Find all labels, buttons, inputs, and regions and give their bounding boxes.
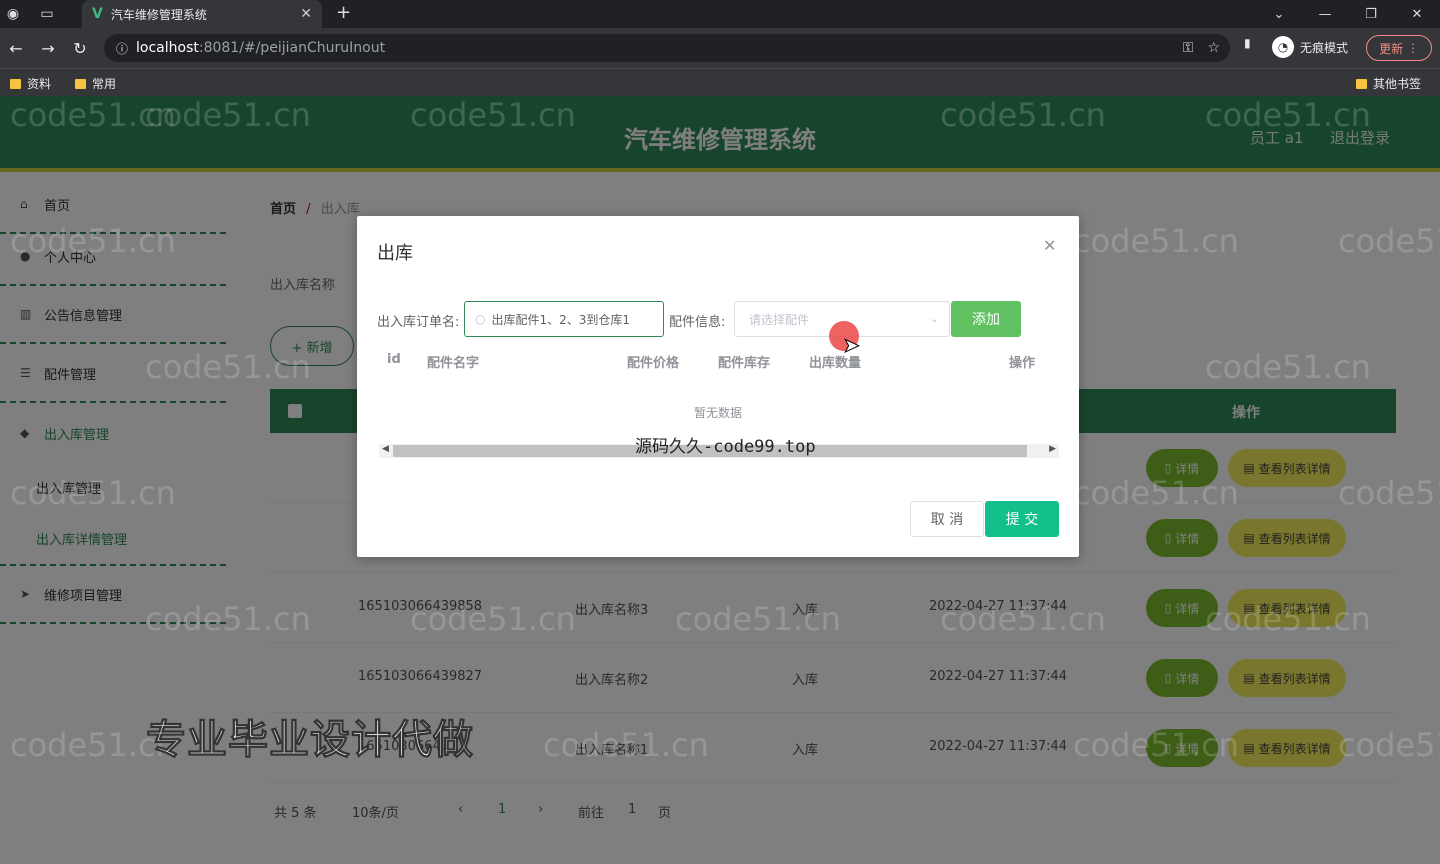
other-bookmarks-label: 其他书签: [1373, 77, 1422, 91]
incognito-icon: ◔: [1272, 36, 1294, 58]
search-icon: ○: [475, 312, 486, 326]
mouse-cursor-icon: ➤: [843, 333, 861, 358]
tab-title: 汽车维修管理系统: [110, 7, 207, 22]
star-icon[interactable]: ☆: [1207, 40, 1220, 56]
update-button[interactable]: 更新 ⋮: [1366, 35, 1432, 61]
restore-icon[interactable]: ❐: [1348, 0, 1394, 28]
dialog-close-icon[interactable]: ✕: [1043, 236, 1056, 255]
submit-button[interactable]: 提 交: [985, 501, 1059, 537]
bookmark-folder[interactable]: 常用: [75, 75, 116, 92]
key-icon[interactable]: ⚿: [1183, 40, 1194, 56]
part-select-placeholder: 请选择配件: [749, 312, 810, 327]
sidepanel-icon[interactable]: ▮: [1244, 36, 1251, 50]
minimize-icon[interactable]: —: [1302, 0, 1348, 28]
info-icon[interactable]: ⓘ: [116, 40, 128, 57]
order-name-input[interactable]: ○ 出库配件1、2、3到仓库1: [464, 301, 664, 337]
bookmark-label: 常用: [92, 77, 117, 91]
outbound-dialog: 出库 ✕ 出入库订单名: ○ 出库配件1、2、3到仓库1 配件信息: 请选择配件…: [357, 216, 1079, 557]
col-part-price: 配件价格: [627, 356, 680, 371]
add-part-button[interactable]: 添加: [951, 301, 1021, 337]
tab-close-icon[interactable]: ✕: [300, 6, 312, 22]
watermark-center: 源码久久-code99.top: [635, 437, 816, 457]
col-op: 操作: [1009, 356, 1036, 371]
browser-menu-icon[interactable]: ◉: [0, 0, 26, 28]
forward-icon[interactable]: →: [32, 39, 64, 58]
new-tab-icon[interactable]: +: [336, 2, 351, 23]
back-icon[interactable]: ←: [0, 39, 32, 58]
folder-icon: [75, 78, 86, 89]
dialog-title: 出库: [377, 243, 413, 264]
bookmark-label: 资料: [27, 77, 52, 91]
part-info-label: 配件信息:: [669, 315, 726, 330]
scroll-right-icon[interactable]: ▶: [1049, 444, 1056, 454]
bookmarks-bar: 资料 常用 其他书签: [0, 68, 1440, 96]
promo-watermark: 专业毕业设计代做: [146, 717, 474, 764]
incognito-label: 无痕模式: [1300, 40, 1349, 55]
chevron-down-icon: ⌄: [929, 312, 939, 325]
empty-text: 暂无数据: [693, 406, 742, 420]
browser-tab[interactable]: V 汽车维修管理系统 ✕: [82, 0, 322, 28]
col-part-name: 配件名字: [427, 356, 480, 371]
order-name-value: 出库配件1、2、3到仓库1: [491, 312, 631, 327]
col-id: id: [387, 352, 401, 367]
folder-icon: [1356, 78, 1367, 89]
scroll-left-icon[interactable]: ◀: [382, 444, 389, 454]
url-path: :8081/#/peijianChuruInout: [198, 40, 386, 56]
window-icon[interactable]: ▭: [34, 0, 60, 28]
other-bookmarks[interactable]: 其他书签: [1356, 75, 1421, 92]
order-name-label: 出入库订单名:: [377, 315, 460, 330]
bookmark-folder[interactable]: 资料: [10, 75, 51, 92]
folder-icon: [10, 78, 21, 89]
vue-logo-icon: V: [92, 6, 103, 22]
window-close-icon[interactable]: ✕: [1394, 0, 1440, 28]
cancel-button[interactable]: 取 消: [910, 501, 984, 537]
url-field[interactable]: ⓘ localhost :8081/#/peijianChuruInout ⚿ …: [104, 34, 1230, 62]
incognito-indicator[interactable]: ◔ 无痕模式: [1272, 36, 1348, 58]
tab-search-icon[interactable]: ⌄: [1256, 0, 1302, 28]
col-part-stock: 配件库存: [718, 356, 771, 371]
url-host: localhost: [136, 40, 199, 56]
update-label: 更新: [1379, 41, 1404, 56]
reload-icon[interactable]: ↻: [64, 39, 96, 58]
